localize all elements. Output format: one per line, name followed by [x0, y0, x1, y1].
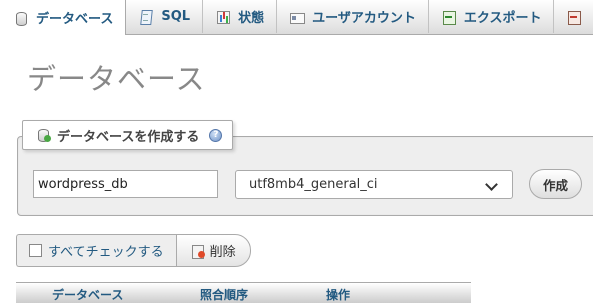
tab-export[interactable]: エクスポート — [429, 0, 555, 33]
sql-icon — [139, 10, 153, 24]
database-icon — [14, 11, 28, 26]
tab-label: ユーザアカウント — [312, 11, 416, 26]
bulk-action-bar: すべてチェックする 削除 — [16, 234, 251, 267]
tab-label: エクスポート — [463, 11, 542, 26]
top-tab-bar: データベース SQL 状態 ユーザアカウント エクスポート — [0, 0, 593, 35]
create-database-legend: データベースを作成する ? — [22, 120, 234, 150]
collation-value: utf8mb4_general_ci — [249, 177, 378, 192]
tab-sql[interactable]: SQL — [126, 0, 204, 33]
chevron-down-icon — [485, 178, 498, 191]
delete-button[interactable]: 削除 — [175, 234, 251, 267]
tab-label: SQL — [161, 9, 191, 24]
export-icon — [442, 10, 456, 25]
help-icon[interactable]: ? — [209, 128, 223, 142]
collation-select[interactable]: utf8mb4_general_ci — [235, 170, 513, 199]
create-button[interactable]: 作成 — [529, 169, 582, 199]
tab-status[interactable]: 状態 — [203, 0, 278, 33]
check-all-toggle[interactable]: すべてチェックする — [16, 234, 176, 267]
import-icon — [567, 10, 582, 25]
delete-label: 削除 — [209, 245, 236, 260]
page-title: データベース — [27, 62, 206, 96]
databases-table-header: データベース 照合順序 操作 — [16, 282, 471, 303]
user-accounts-icon — [290, 10, 306, 24]
tab-user-accounts[interactable]: ユーザアカウント — [277, 0, 429, 33]
status-icon — [216, 10, 231, 24]
tab-databases[interactable]: データベース — [0, 0, 127, 35]
tab-label: データベース — [36, 12, 114, 27]
delete-icon — [191, 244, 205, 259]
database-add-icon — [37, 128, 51, 142]
check-all-label: すべてチェックする — [48, 245, 164, 260]
database-name-input[interactable] — [33, 170, 218, 198]
tab-import[interactable] — [554, 0, 593, 33]
legend-label: データベースを作成する — [57, 129, 200, 145]
tab-label: 状態 — [238, 11, 265, 26]
check-all-checkbox[interactable] — [29, 244, 42, 257]
